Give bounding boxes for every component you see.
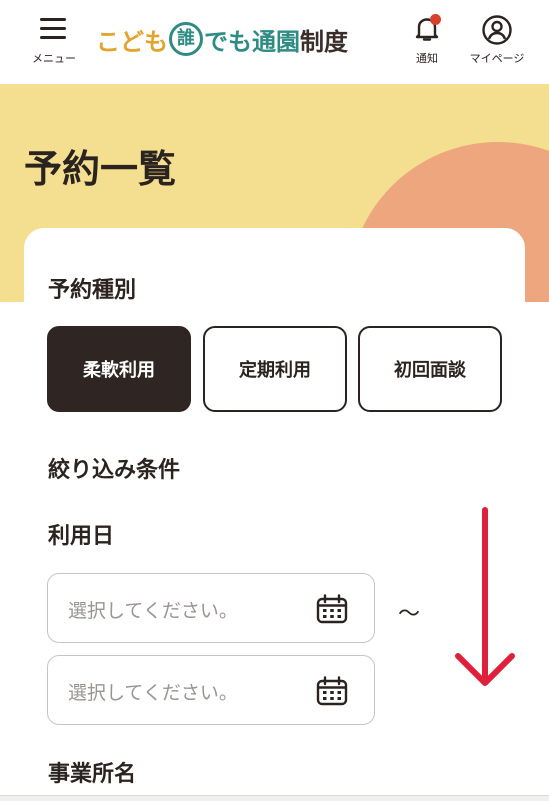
logo-text-part1: こども bbox=[96, 27, 168, 56]
logo-text-part2: でも bbox=[204, 27, 252, 56]
usage-date-from-field[interactable]: 選択してください。 bbox=[47, 573, 375, 643]
reservation-type-regular-button[interactable]: 定期利用 bbox=[203, 326, 347, 412]
menu-label: メニュー bbox=[32, 52, 76, 65]
menu-button[interactable]: メニュー bbox=[26, 14, 82, 70]
notification-badge-dot bbox=[430, 14, 441, 25]
search-card: 予約種別 柔軟利用 定期利用 初回面談 絞り込み条件 利用日 選択してください。… bbox=[24, 228, 525, 801]
filter-conditions-heading: 絞り込み条件 bbox=[48, 458, 181, 483]
usage-date-to-field[interactable]: 選択してください。 bbox=[47, 655, 375, 725]
date-range-separator: ～ bbox=[398, 602, 421, 627]
app-header: メニュー こども 誰 でも 通園 制度 通知 マイページ bbox=[0, 0, 549, 84]
logo-text-part4: 制度 bbox=[300, 27, 348, 56]
calendar-icon[interactable] bbox=[316, 594, 348, 624]
page-title: 予約一覧 bbox=[24, 147, 177, 191]
logo-circle-char: 誰 bbox=[169, 22, 203, 56]
down-arrow-icon bbox=[452, 506, 518, 690]
reservation-type-flexible-button[interactable]: 柔軟利用 bbox=[47, 326, 191, 412]
facility-name-label: 事業所名 bbox=[48, 762, 137, 787]
notifications-button[interactable]: 通知 bbox=[404, 12, 450, 72]
hamburger-icon bbox=[40, 18, 66, 40]
mypage-button[interactable]: マイページ bbox=[464, 12, 530, 72]
bottom-divider bbox=[0, 795, 549, 801]
usage-date-label: 利用日 bbox=[48, 524, 115, 549]
calendar-icon[interactable] bbox=[316, 676, 348, 706]
notifications-label: 通知 bbox=[416, 52, 438, 65]
mypage-label: マイページ bbox=[469, 52, 525, 65]
usage-date-to-placeholder: 選択してください。 bbox=[68, 682, 238, 704]
reservation-type-label: 予約種別 bbox=[48, 278, 137, 303]
usage-date-from-placeholder: 選択してください。 bbox=[68, 600, 238, 622]
reservation-type-initial-interview-button[interactable]: 初回面談 bbox=[358, 326, 502, 412]
app-logo[interactable]: こども 誰 でも 通園 制度 bbox=[96, 22, 348, 56]
bell-icon bbox=[412, 14, 442, 44]
logo-text-part3: 通園 bbox=[252, 27, 300, 56]
user-circle-icon bbox=[481, 14, 513, 46]
